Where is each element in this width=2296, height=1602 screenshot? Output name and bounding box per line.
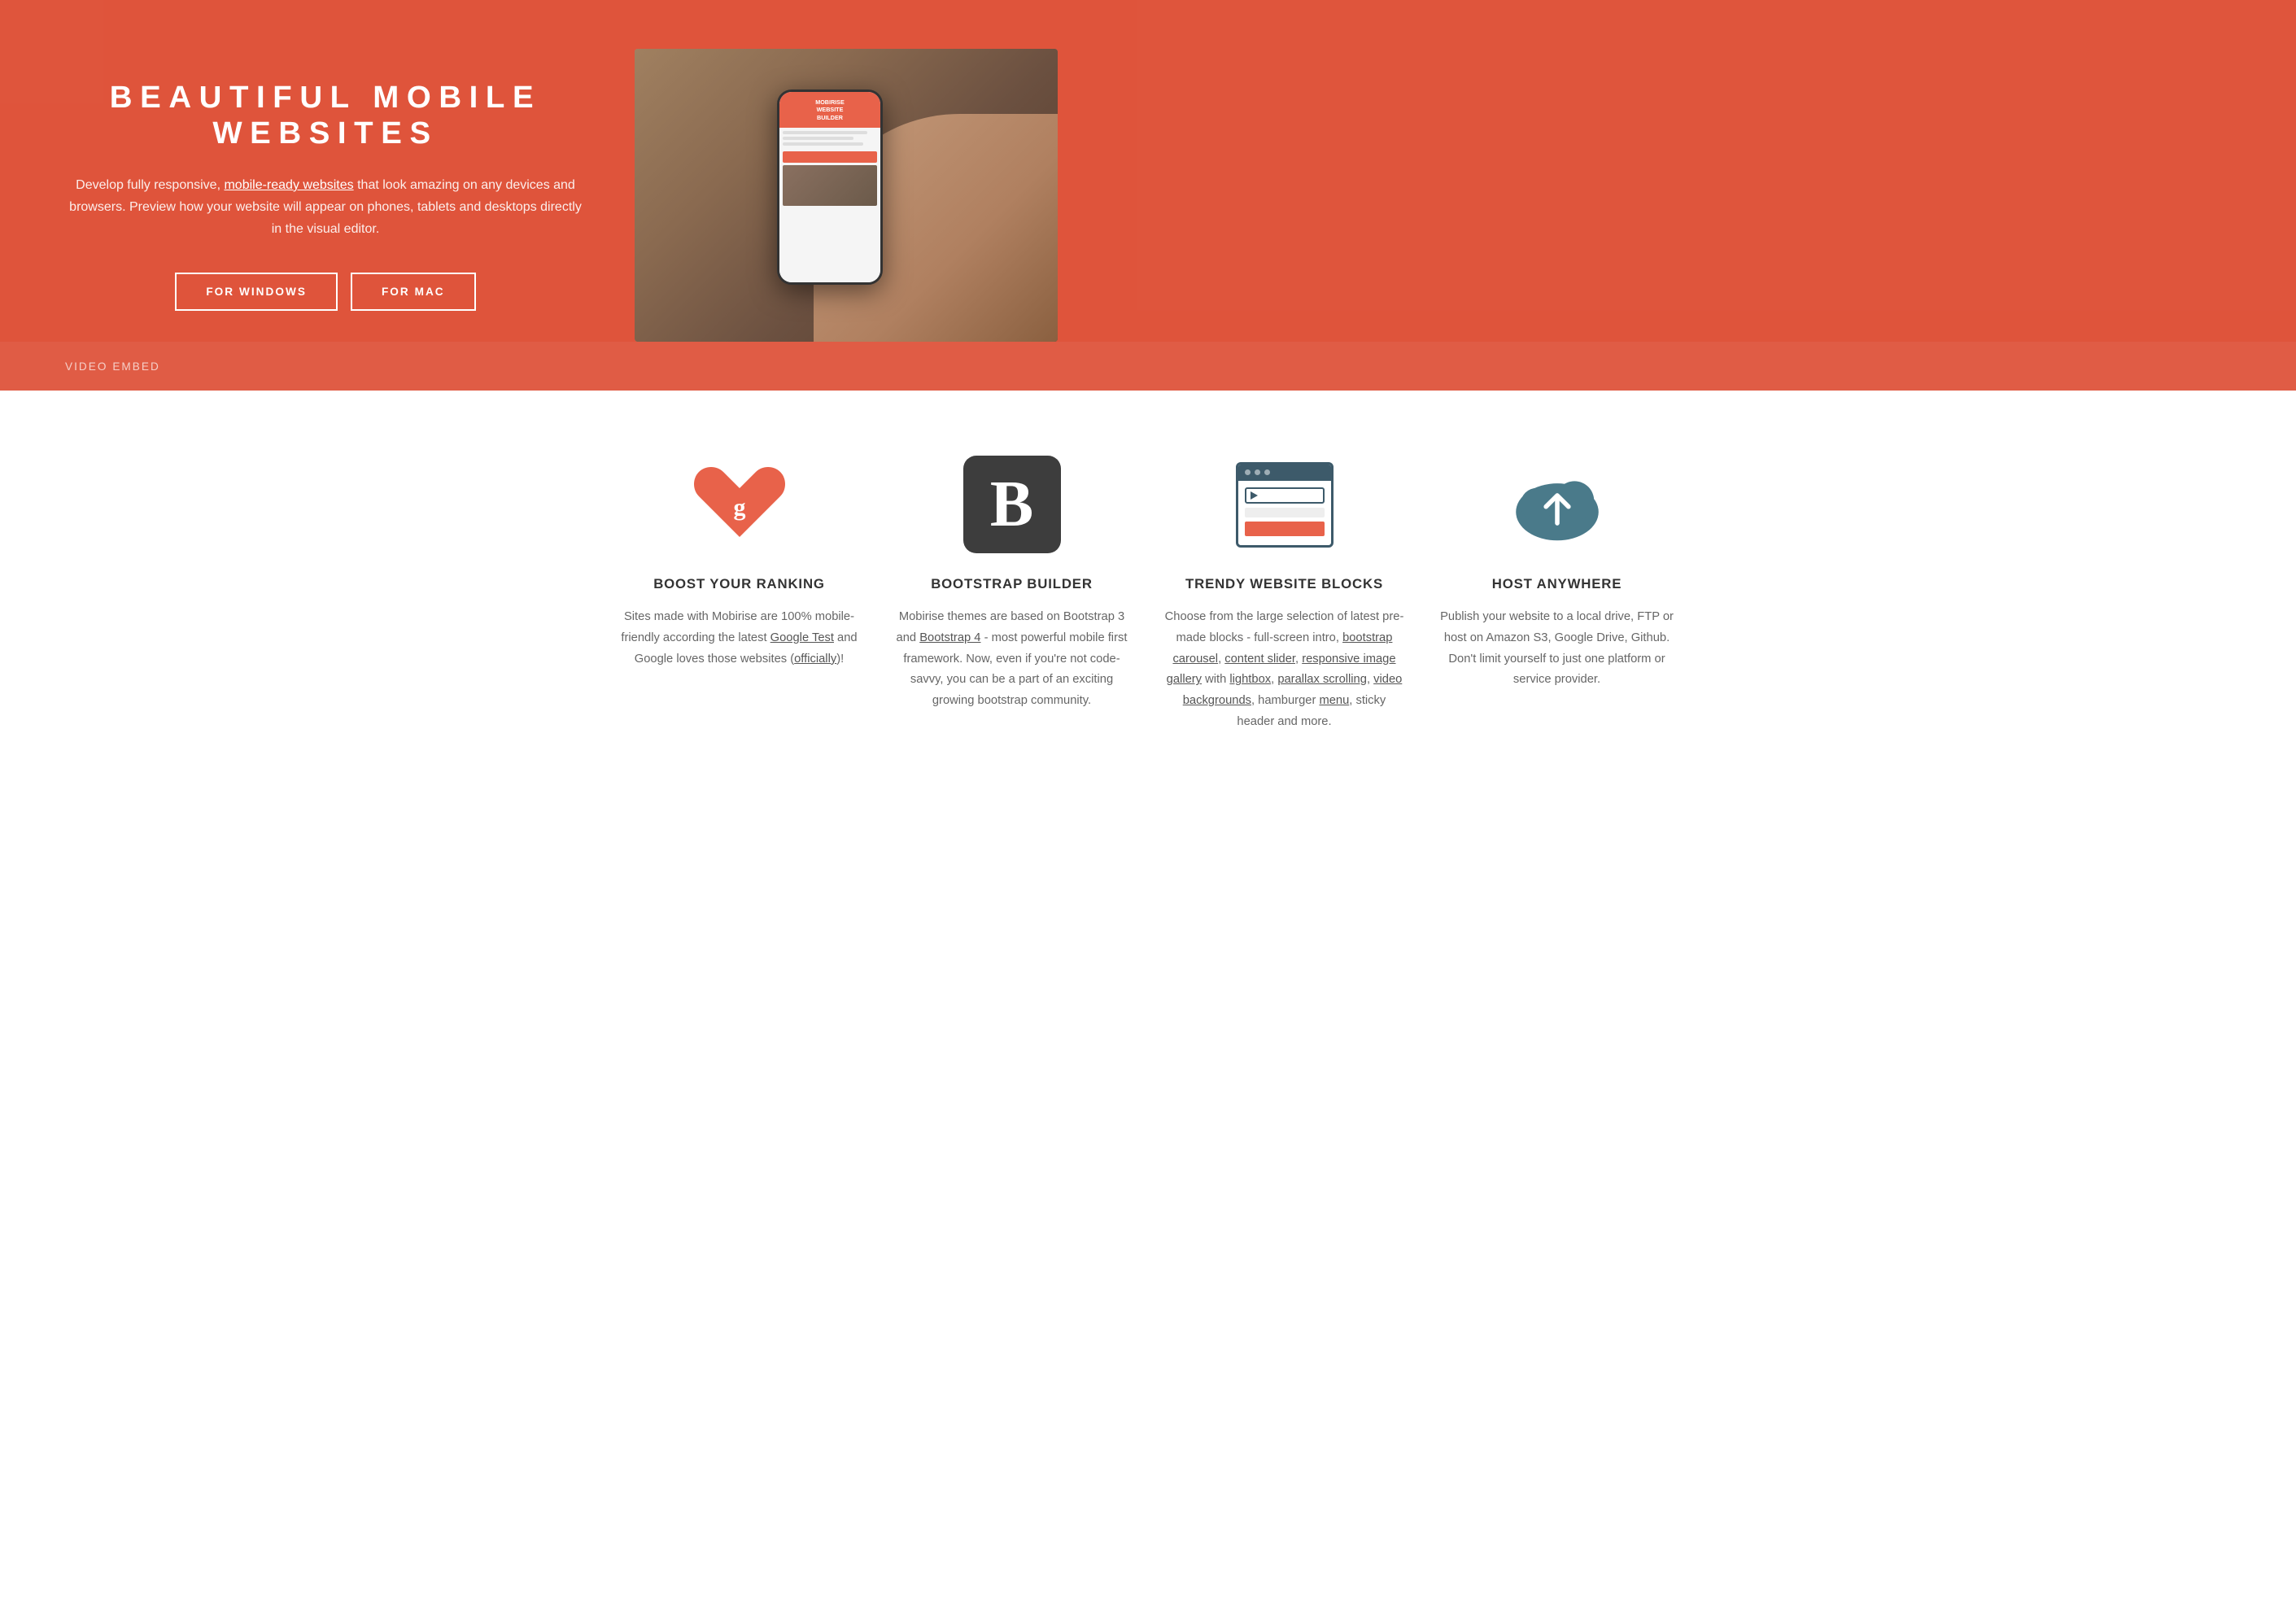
svg-text:g: g — [733, 494, 745, 521]
heart-google-icon: g — [691, 460, 788, 549]
hero-phone-image: MOBIRISEWEBSITEBUILDER — [635, 49, 1058, 342]
phone-image-placeholder — [783, 165, 877, 206]
hero-buttons: FOR WINDOWS FOR MAC — [65, 273, 586, 311]
browser-content-line — [1245, 508, 1325, 517]
feature-card-host-anywhere: HOST ANYWHERE Publish your website to a … — [1437, 456, 1677, 733]
feature-icon-bootstrap-builder: B — [963, 456, 1061, 553]
browser-dots — [1238, 465, 1331, 481]
browser-red-block — [1245, 522, 1325, 536]
hero-description: Develop fully responsive, mobile-ready w… — [65, 174, 586, 241]
browser-blocks-icon — [1236, 462, 1334, 548]
content-slider-link[interactable]: content slider — [1224, 653, 1295, 666]
feature-desc-trendy-blocks: Choose from the large selection of lates… — [1164, 607, 1404, 733]
hero-content: BEAUTIFUL MOBILE WEBSITES Develop fully … — [0, 0, 2296, 391]
hero-text-block: BEAUTIFUL MOBILE WEBSITES Develop fully … — [65, 80, 586, 312]
features-section: g BOOST YOUR RANKING Sites made with Mob… — [0, 391, 2296, 798]
cloud-upload-icon — [1508, 460, 1606, 549]
feature-icon-boost-ranking: g — [691, 456, 788, 553]
feature-title-trendy-blocks: TRENDY WEBSITE BLOCKS — [1185, 576, 1383, 592]
browser-dot-3 — [1264, 469, 1270, 475]
feature-desc-host-anywhere: Publish your website to a local drive, F… — [1437, 607, 1677, 691]
hero-description-link[interactable]: mobile-ready websites — [224, 178, 353, 192]
feature-card-boost-ranking: g BOOST YOUR RANKING Sites made with Mob… — [619, 456, 859, 733]
browser-dot-1 — [1245, 469, 1251, 475]
google-test-link[interactable]: Google Test — [770, 631, 834, 644]
hero-phone-wrapper: MOBIRISEWEBSITEBUILDER — [635, 49, 1058, 342]
features-grid: g BOOST YOUR RANKING Sites made with Mob… — [619, 456, 1677, 733]
mac-button[interactable]: FOR MAC — [351, 273, 476, 311]
officially-link[interactable]: officially — [794, 653, 836, 666]
phone-screen-header: MOBIRISEWEBSITEBUILDER — [779, 92, 880, 128]
feature-desc-bootstrap-builder: Mobirise themes are based on Bootstrap 3… — [892, 607, 1132, 712]
feature-icon-trendy-blocks — [1236, 456, 1334, 553]
browser-address-bar — [1245, 487, 1325, 504]
feature-title-host-anywhere: HOST ANYWHERE — [1492, 576, 1622, 592]
phone-cta-button — [783, 151, 877, 163]
hero-section: BEAUTIFUL MOBILE WEBSITES Develop fully … — [0, 0, 2296, 391]
hero-title: BEAUTIFUL MOBILE WEBSITES — [65, 80, 586, 151]
feature-card-trendy-blocks: TRENDY WEBSITE BLOCKS Choose from the la… — [1164, 456, 1404, 733]
feature-desc-boost-ranking: Sites made with Mobirise are 100% mobile… — [619, 607, 859, 670]
windows-button[interactable]: FOR WINDOWS — [175, 273, 338, 311]
menu-link[interactable]: menu — [1319, 694, 1349, 707]
browser-dot-2 — [1255, 469, 1260, 475]
lightbox-link[interactable]: lightbox — [1229, 673, 1271, 686]
feature-card-bootstrap-builder: B BOOTSTRAP BUILDER Mobirise themes are … — [892, 456, 1132, 733]
phone-screen: MOBIRISEWEBSITEBUILDER — [779, 92, 880, 282]
bootstrap4-link[interactable]: Bootstrap 4 — [919, 631, 980, 644]
feature-title-bootstrap-builder: BOOTSTRAP BUILDER — [931, 576, 1093, 592]
phone-mockup: MOBIRISEWEBSITEBUILDER — [777, 89, 883, 285]
feature-icon-host-anywhere — [1508, 456, 1606, 553]
feature-title-boost-ranking: BOOST YOUR RANKING — [653, 576, 825, 592]
bootstrap-b-icon: B — [963, 456, 1061, 553]
phone-screen-content — [779, 128, 880, 282]
browser-content — [1238, 481, 1331, 545]
parallax-link[interactable]: parallax scrolling — [1277, 673, 1367, 686]
